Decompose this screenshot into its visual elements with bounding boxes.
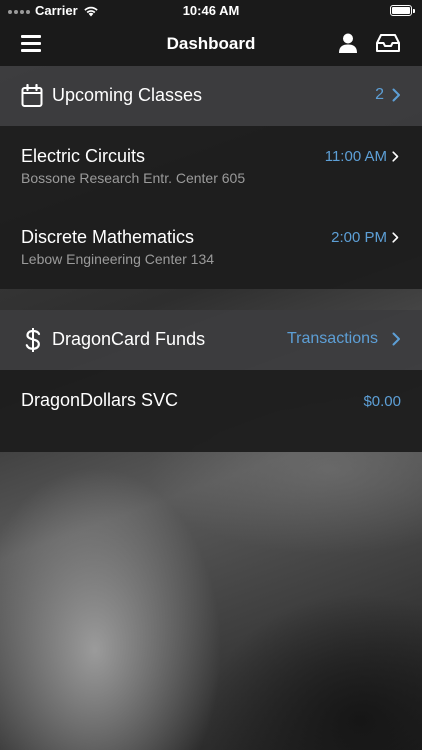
- chevron-right-icon: [392, 332, 400, 346]
- user-icon[interactable]: [337, 32, 359, 54]
- class-time-link[interactable]: 2:00 PM: [331, 229, 399, 246]
- upcoming-classes-count-link[interactable]: 2: [375, 86, 401, 104]
- class-time: 11:00 AM: [324, 148, 387, 165]
- class-item[interactable]: Discrete Mathematics Lebow Engineering C…: [0, 207, 422, 287]
- class-location: Bossone Research Entr. Center 605: [21, 170, 246, 186]
- status-time: 10:46 AM: [182, 3, 240, 18]
- battery-icon: [390, 5, 415, 16]
- upcoming-classes-header[interactable]: Upcoming Classes 2: [0, 66, 422, 126]
- chevron-right-icon: [392, 151, 399, 162]
- transactions-link[interactable]: Transactions: [287, 330, 401, 348]
- funds-account-name: DragonDollars SVC: [21, 390, 179, 410]
- class-name: Discrete Mathematics: [21, 227, 195, 247]
- chevron-right-icon: [392, 88, 400, 102]
- upcoming-classes-count: 2: [375, 86, 384, 103]
- class-item[interactable]: Electric Circuits Bossone Research Entr.…: [0, 126, 422, 206]
- dragoncard-funds-list: DragonDollars SVC $0.00: [0, 370, 422, 452]
- status-bar: Carrier 10:46 AM: [0, 0, 422, 22]
- dollar-sign-icon: [25, 328, 41, 352]
- upcoming-classes-title: Upcoming Classes: [52, 85, 203, 105]
- chevron-right-icon: [392, 232, 399, 243]
- funds-balance: $0.00: [363, 393, 401, 410]
- class-time-link[interactable]: 11:00 AM: [325, 148, 399, 165]
- transactions-label: Transactions: [287, 330, 378, 347]
- calendar-icon: [21, 84, 43, 107]
- navigation-bar: Dashboard: [0, 22, 422, 66]
- upcoming-classes-list: Electric Circuits Bossone Research Entr.…: [0, 126, 422, 289]
- class-location: Lebow Engineering Center 134: [21, 251, 215, 267]
- battery-level: [392, 7, 410, 14]
- dashboard-screen: Carrier 10:46 AM Dashboard Upcoming Clas…: [0, 0, 422, 750]
- class-time: 2:00 PM: [331, 229, 387, 246]
- dragoncard-funds-title: DragonCard Funds: [52, 329, 206, 349]
- inbox-icon[interactable]: [376, 33, 400, 53]
- funds-item[interactable]: DragonDollars SVC $0.00: [0, 370, 422, 452]
- dragoncard-funds-header[interactable]: DragonCard Funds Transactions: [0, 310, 422, 370]
- class-name: Electric Circuits: [21, 146, 146, 166]
